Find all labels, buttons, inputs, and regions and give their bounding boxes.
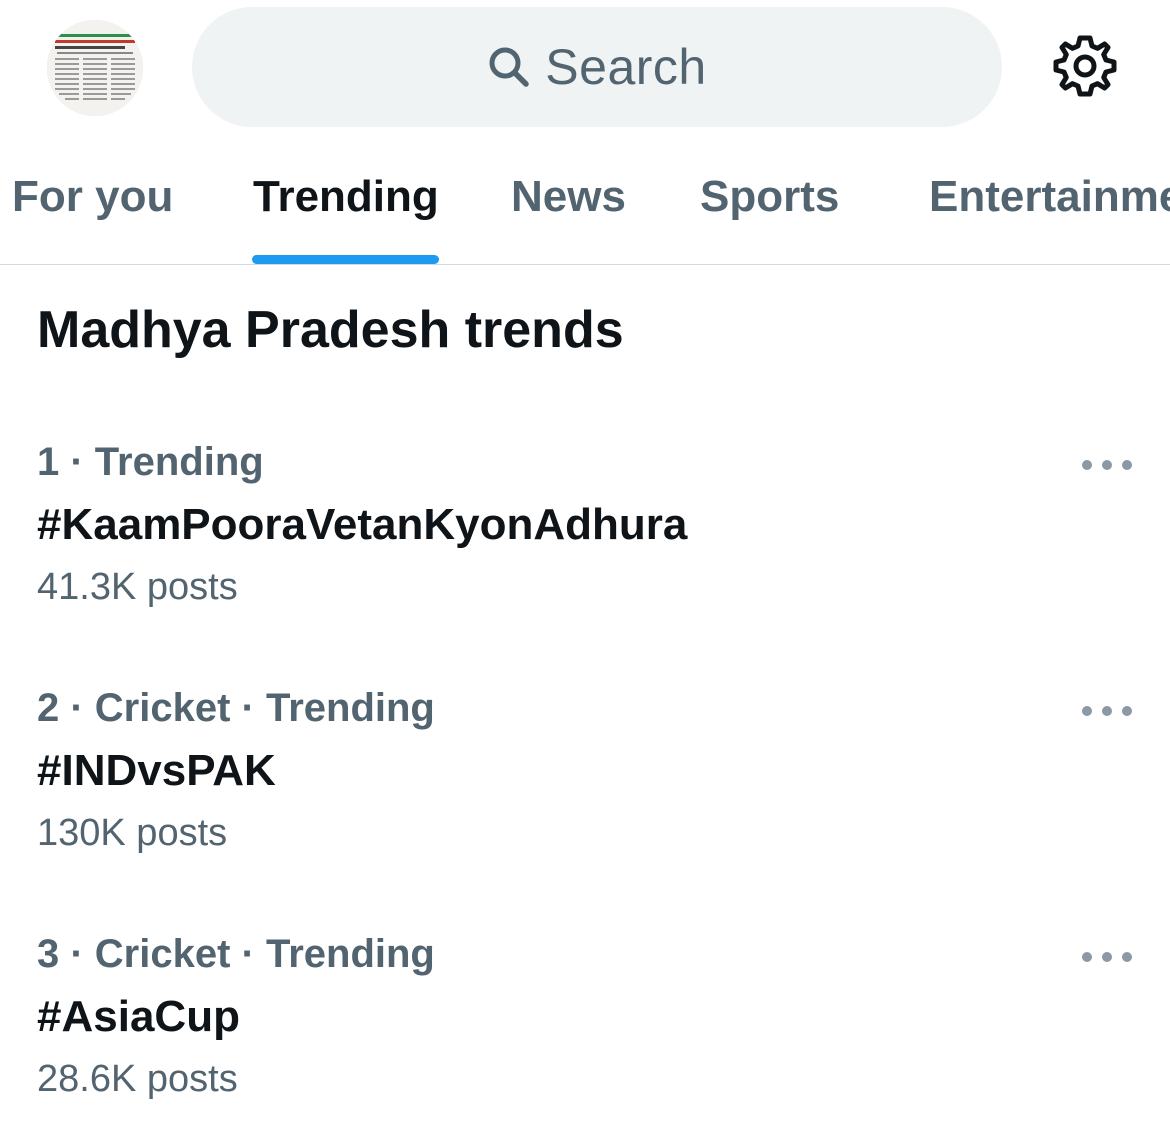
trend-item[interactable]: 2 · Cricket · Trending #INDvsPAK 130K po… bbox=[0, 686, 1170, 886]
dot bbox=[1102, 952, 1112, 962]
dot bbox=[1122, 460, 1132, 470]
more-options-icon[interactable] bbox=[1082, 696, 1132, 726]
trend-name: #AsiaCup bbox=[37, 992, 240, 1041]
more-options-icon[interactable] bbox=[1082, 942, 1132, 972]
trend-post-count: 41.3K posts bbox=[37, 566, 238, 608]
dot bbox=[1102, 460, 1112, 470]
trend-meta: 1 · Trending bbox=[37, 440, 264, 484]
tab-sports[interactable]: Sports bbox=[700, 172, 839, 222]
search-bar[interactable]: Search bbox=[192, 7, 1002, 127]
search-icon bbox=[487, 45, 531, 89]
explore-tabs: For you Trending News Sports Entertainme… bbox=[0, 150, 1170, 265]
top-bar: Search bbox=[0, 0, 1170, 135]
gear-icon bbox=[1053, 35, 1117, 97]
tab-trending[interactable]: Trending bbox=[253, 172, 439, 222]
dot bbox=[1082, 706, 1092, 716]
trend-meta: 3 · Cricket · Trending bbox=[37, 932, 435, 976]
dot bbox=[1122, 952, 1132, 962]
dot bbox=[1082, 460, 1092, 470]
tab-entertainment[interactable]: Entertainment bbox=[929, 172, 1170, 222]
profile-avatar[interactable] bbox=[47, 20, 143, 116]
dot bbox=[1082, 952, 1092, 962]
trend-meta: 2 · Cricket · Trending bbox=[37, 686, 435, 730]
newspaper-clipping-avatar bbox=[47, 20, 143, 116]
settings-button[interactable] bbox=[1052, 33, 1118, 99]
dot bbox=[1102, 706, 1112, 716]
tab-news[interactable]: News bbox=[511, 172, 626, 222]
more-options-icon[interactable] bbox=[1082, 450, 1132, 480]
tab-for-you[interactable]: For you bbox=[12, 172, 173, 222]
trend-name: #KaamPooraVetanKyonAdhura bbox=[37, 500, 688, 549]
trend-name: #INDvsPAK bbox=[37, 746, 276, 795]
trend-post-count: 28.6K posts bbox=[37, 1058, 238, 1100]
section-title: Madhya Pradesh trends bbox=[37, 301, 624, 359]
dot bbox=[1122, 706, 1132, 716]
active-tab-indicator bbox=[252, 255, 439, 264]
trend-item[interactable]: 3 · Cricket · Trending #AsiaCup 28.6K po… bbox=[0, 932, 1170, 1132]
trend-post-count: 130K posts bbox=[37, 812, 228, 854]
trend-item[interactable]: 1 · Trending #KaamPooraVetanKyonAdhura 4… bbox=[0, 440, 1170, 640]
search-placeholder: Search bbox=[545, 39, 707, 95]
